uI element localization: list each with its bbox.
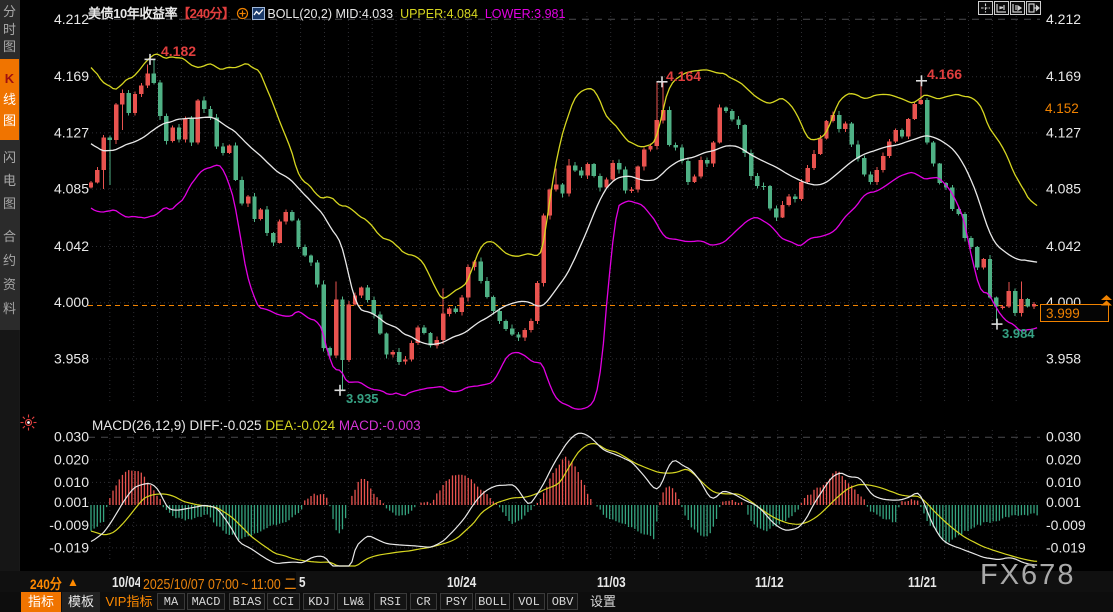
svg-text:4.169: 4.169	[54, 68, 89, 84]
svg-text:4.000: 4.000	[54, 294, 89, 310]
svg-text:0.001: 0.001	[1046, 494, 1081, 510]
svg-text:0.001: 0.001	[54, 494, 89, 510]
svg-text:0.020: 0.020	[54, 451, 89, 467]
svg-text:4.085: 4.085	[54, 181, 89, 197]
svg-text:3.958: 3.958	[54, 350, 89, 366]
svg-text:-0.009: -0.009	[1046, 517, 1086, 533]
svg-text:0.030: 0.030	[54, 429, 89, 445]
svg-text:4.127: 4.127	[1046, 124, 1081, 140]
svg-text:4.042: 4.042	[54, 238, 89, 254]
svg-text:4.085: 4.085	[1046, 181, 1081, 197]
svg-text:4.212: 4.212	[1046, 11, 1081, 27]
svg-text:-0.019: -0.019	[1046, 539, 1086, 555]
svg-text:3.958: 3.958	[1046, 350, 1081, 366]
svg-text:0.020: 0.020	[1046, 451, 1081, 467]
svg-text:0.010: 0.010	[54, 474, 89, 490]
svg-text:4.042: 4.042	[1046, 238, 1081, 254]
svg-text:-0.009: -0.009	[49, 517, 89, 533]
svg-text:-0.019: -0.019	[49, 539, 89, 555]
svg-text:0.010: 0.010	[1046, 474, 1081, 490]
svg-text:4.212: 4.212	[54, 11, 89, 27]
svg-text:4.127: 4.127	[54, 124, 89, 140]
svg-text:0.030: 0.030	[1046, 429, 1081, 445]
svg-text:4.169: 4.169	[1046, 68, 1081, 84]
